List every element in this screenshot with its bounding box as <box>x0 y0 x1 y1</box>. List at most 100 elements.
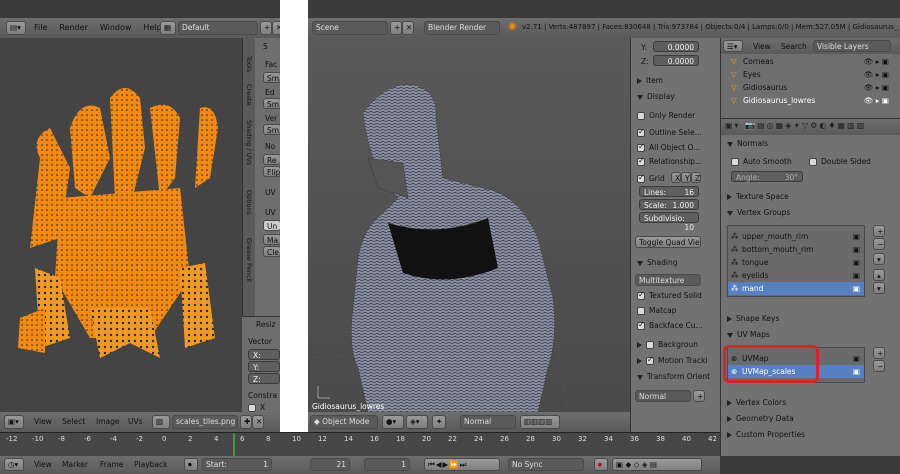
layout-icon[interactable]: ▦ <box>160 21 176 35</box>
record-button[interactable]: ⏺ <box>594 458 608 471</box>
tool-button[interactable]: Flip <box>263 166 281 177</box>
visibility-icons[interactable]: 👁 ▸ ▣ <box>864 94 889 107</box>
timeline-menu-view[interactable]: View <box>34 460 52 469</box>
tab-grease-pencil[interactable]: Grease Pencil <box>245 238 253 282</box>
shading-panel[interactable]: Shading <box>637 258 677 267</box>
pivot-button[interactable]: ◈▾ <box>406 415 428 429</box>
timeline-menu-marker[interactable]: Marker <box>62 460 88 469</box>
playback-controls[interactable]: ⏮◀▶⏩⏭ <box>424 458 500 471</box>
layout-select[interactable]: Default <box>178 21 258 35</box>
scene-close-icon[interactable]: ✕ <box>402 21 414 35</box>
outliner-type-button[interactable]: ☰▾ <box>723 40 743 52</box>
vertex-group-item[interactable]: ⁂ upper_mouth_rim ▣ <box>728 230 864 243</box>
only-render-checkbox[interactable] <box>637 112 645 120</box>
outliner-item[interactable]: ▽ Gidiosaurus 👁 ▸ ▣ <box>721 81 891 94</box>
lines-field[interactable]: Lines: 16 <box>639 186 699 197</box>
vertex-group-remove-button[interactable]: − <box>873 238 885 250</box>
visibility-icons[interactable]: 👁 ▸ ▣ <box>864 68 889 81</box>
timeline[interactable]: -12 -10 -8 -6 -4 -2 0 2 4 6 8 10 12 14 16 18 20 22 24 26 28 3… <box>0 432 720 457</box>
all-object-checkbox[interactable] <box>637 142 645 152</box>
menu-file[interactable]: File <box>34 23 47 32</box>
vector-z[interactable]: Z: <box>248 373 280 384</box>
current-frame-field[interactable]: 1 <box>364 458 410 471</box>
motion-panel[interactable]: Motion Tracki <box>637 355 708 365</box>
viewport-shading-button[interactable]: ●▾ <box>382 415 404 429</box>
scene-select[interactable]: Scene <box>312 21 388 35</box>
camera-icon[interactable]: ▣ <box>853 352 860 365</box>
tool-button[interactable]: Un <box>263 220 281 231</box>
relationship-checkbox[interactable] <box>637 156 645 166</box>
angle-field[interactable]: Angle: 30° <box>731 171 803 182</box>
timeline-type-button[interactable]: ◷▾ <box>4 458 24 471</box>
texture-space-panel[interactable]: Texture Space <box>727 192 789 201</box>
visibility-icons[interactable]: 👁 ▸ ▣ <box>864 81 889 94</box>
start-frame-field[interactable]: Start: 1 <box>202 458 272 471</box>
custom-properties-panel[interactable]: Custom Properties <box>727 430 805 439</box>
sync-select[interactable]: No Sync <box>508 458 584 471</box>
tool-button[interactable]: Sm <box>263 98 281 109</box>
motion-checkbox[interactable] <box>646 355 654 365</box>
vertex-group-item[interactable]: ⁂ tongue ▣ <box>728 256 864 269</box>
grid-option[interactable]: Grid <box>637 173 665 183</box>
current-frame-line[interactable] <box>233 433 235 457</box>
shading-mode-select[interactable]: Multitexture <box>635 274 701 286</box>
menu-help[interactable]: Help <box>143 23 161 32</box>
vector-y[interactable]: Y: <box>248 361 280 372</box>
outliner-filter-select[interactable]: Visible Layers <box>813 40 891 52</box>
outliner-menu-search[interactable]: Search <box>781 42 807 51</box>
outliner-menu-view[interactable]: View <box>753 42 771 51</box>
outliner-item[interactable]: ▽ Gidiosaurus_lowres 👁 ▸ ▣ <box>721 94 891 107</box>
layer-buttons[interactable]: ▥▥▥▥ <box>520 415 560 429</box>
uv-menu-view[interactable]: View <box>34 417 52 426</box>
vertex-group-up-button[interactable]: ▴ <box>873 269 885 281</box>
normals-panel[interactable]: Normals <box>727 139 768 148</box>
backface-checkbox[interactable] <box>637 320 645 330</box>
toggle-quad-view-button[interactable]: Toggle Quad View <box>635 236 701 248</box>
background-panel[interactable]: Backgroun <box>637 340 698 349</box>
matcap-checkbox[interactable] <box>637 307 645 315</box>
backface-option[interactable]: Backface Cu... <box>637 320 703 330</box>
uv-map-remove-button[interactable]: − <box>873 360 885 372</box>
auto-smooth-option[interactable]: Auto Smooth <box>731 157 792 166</box>
preview-range-icon[interactable]: ⏺ <box>184 458 198 471</box>
constraint-x-checkbox[interactable] <box>248 404 256 412</box>
tab-shading-uvs[interactable]: Shading / UVs <box>245 120 253 165</box>
3d-viewport[interactable]: Gidiosaurus_lowres <box>308 38 630 412</box>
vertex-groups-panel[interactable]: Vertex Groups <box>727 208 790 217</box>
grid-axis-x[interactable]: X <box>671 172 681 183</box>
vertex-group-menu-button[interactable]: ▾ <box>873 253 885 265</box>
lock-icon[interactable]: ▣ <box>853 269 860 282</box>
tool-button[interactable]: Cle <box>263 246 281 257</box>
tab-options[interactable]: Options <box>245 190 253 215</box>
camera-icon[interactable]: ▣ <box>853 365 860 378</box>
scene-add-icon[interactable]: + <box>390 21 402 35</box>
visibility-icons[interactable]: 👁 ▸ ▣ <box>864 55 889 68</box>
lock-icon[interactable]: ▣ <box>853 230 860 243</box>
editor-type-button[interactable]: ▤▾ <box>6 21 26 35</box>
grid-axis-z[interactable]: Z <box>691 172 701 183</box>
shape-keys-panel[interactable]: Shape Keys <box>727 314 779 323</box>
outline-checkbox[interactable] <box>637 127 645 137</box>
mode-select[interactable]: ◆ Object Mode <box>310 415 378 429</box>
all-object-option[interactable]: All Object O... <box>637 142 700 152</box>
scale-field[interactable]: Scale: 1.000 <box>639 199 699 210</box>
double-sided-option[interactable]: Double Sided <box>809 157 871 166</box>
image-name-field[interactable]: scales_tiles.png <box>172 415 238 429</box>
image-unlink-icon[interactable]: ✕ <box>252 415 264 429</box>
outliner-item[interactable]: ▽ Corneas 👁 ▸ ▣ <box>721 55 891 68</box>
menu-window[interactable]: Window <box>100 23 132 32</box>
z-field[interactable]: 0.0000 <box>653 55 699 66</box>
uv-menu-uvs[interactable]: UVs <box>128 417 143 426</box>
uv-menu-select[interactable]: Select <box>62 417 85 426</box>
timeline-menu-playback[interactable]: Playback <box>134 460 167 469</box>
vertex-colors-panel[interactable]: Vertex Colors <box>727 398 786 407</box>
relationship-option[interactable]: Relationship... <box>637 156 702 166</box>
vertex-group-add-button[interactable]: + <box>873 225 885 237</box>
layout-add-icon[interactable]: + <box>260 21 272 35</box>
menu-render[interactable]: Render <box>59 23 87 32</box>
manipulator-icon[interactable]: ✦ <box>432 415 446 429</box>
tool-button[interactable]: Re <box>263 154 281 165</box>
uv-map-add-button[interactable]: + <box>873 347 885 359</box>
uv-menu-image[interactable]: Image <box>96 417 120 426</box>
lock-icon[interactable]: ▣ <box>853 256 860 269</box>
